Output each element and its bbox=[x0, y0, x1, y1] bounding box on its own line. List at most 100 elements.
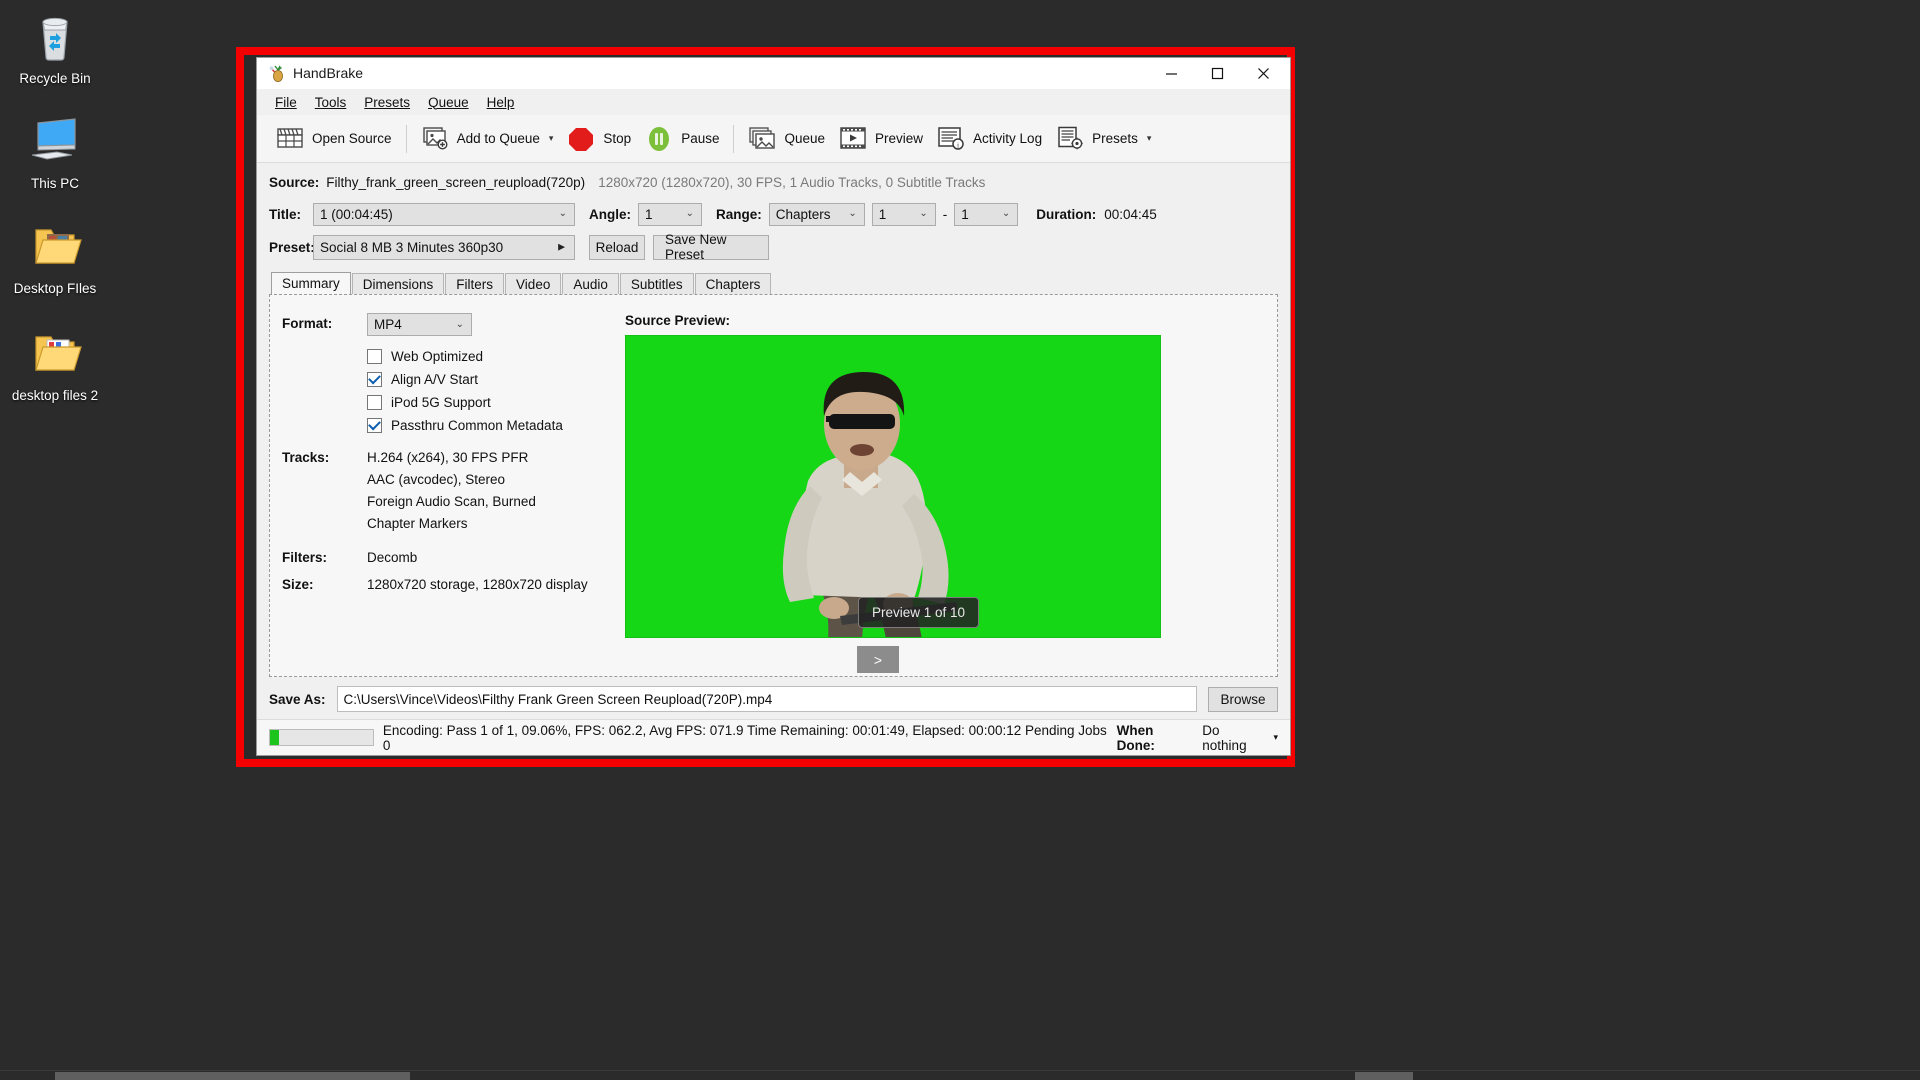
maximize-button[interactable] bbox=[1194, 58, 1240, 89]
angle-label: Angle: bbox=[589, 206, 631, 222]
passthru-metadata-checkbox[interactable] bbox=[367, 418, 382, 433]
source-preview-image[interactable]: Preview 1 of 10 bbox=[625, 335, 1161, 638]
range-start-value: 1 bbox=[878, 206, 887, 222]
main-content: Source: Filthy_frank_green_screen_reuplo… bbox=[257, 163, 1290, 719]
tab-summary[interactable]: Summary bbox=[271, 272, 351, 294]
encode-progress-fill bbox=[270, 730, 280, 745]
desktop-icon-this-pc[interactable]: This PC bbox=[0, 113, 110, 191]
web-optimized-checkbox-row[interactable]: Web Optimized bbox=[367, 345, 620, 368]
chevron-down-icon[interactable]: ▾ bbox=[549, 133, 554, 144]
stop-button[interactable]: Stop bbox=[560, 119, 638, 159]
passthru-metadata-label: Passthru Common Metadata bbox=[391, 418, 563, 433]
tab-chapters[interactable]: Chapters bbox=[694, 273, 772, 294]
track-line: AAC (avcodec), Stereo bbox=[367, 472, 506, 487]
reload-button[interactable]: Reload bbox=[589, 234, 645, 260]
activity-log-label: Activity Log bbox=[973, 131, 1043, 146]
queue-button[interactable]: Queue bbox=[741, 119, 832, 159]
chevron-down-icon[interactable]: ▾ bbox=[1147, 133, 1152, 144]
menu-file-label: File bbox=[275, 94, 297, 110]
menu-file[interactable]: File bbox=[266, 92, 306, 113]
activity-log-button[interactable]: i Activity Log bbox=[930, 119, 1049, 159]
save-new-preset-button[interactable]: Save New Preset bbox=[653, 232, 769, 262]
preview-film-icon bbox=[839, 126, 867, 152]
format-label: Format: bbox=[282, 316, 333, 331]
tab-subtitles[interactable]: Subtitles bbox=[619, 273, 694, 294]
preset-select[interactable]: Social 8 MB 3 Minutes 360p30 ▶ bbox=[313, 234, 575, 260]
ipod-5g-support-checkbox[interactable] bbox=[367, 395, 382, 410]
format-row: Format: MP4 ⌄ bbox=[282, 313, 620, 336]
range-end-select[interactable]: 1 ⌄ bbox=[954, 202, 1019, 226]
menubar: File Tools Presets Queue Help bbox=[257, 89, 1290, 115]
preview-counter-badge: Preview 1 of 10 bbox=[858, 597, 980, 628]
when-done-label: When Done: bbox=[1116, 722, 1155, 753]
tab-video[interactable]: Video bbox=[505, 273, 562, 294]
summary-panel: Format: MP4 ⌄ Web Optimized Align A/V St… bbox=[269, 294, 1278, 677]
status-bar: Encoding: Pass 1 of 1, 09.06%, FPS: 062.… bbox=[257, 719, 1290, 755]
track-line: Foreign Audio Scan, Burned bbox=[367, 494, 536, 509]
tab-dimensions[interactable]: Dimensions bbox=[351, 273, 445, 294]
when-done-value[interactable]: Do nothing bbox=[1202, 723, 1267, 753]
track-line: Chapter Markers bbox=[367, 516, 468, 531]
ipod-5g-support-checkbox-row[interactable]: iPod 5G Support bbox=[367, 391, 620, 414]
handbrake-window: HandBrake File Tools Presets Queue Help bbox=[256, 57, 1291, 756]
align-av-start-checkbox[interactable] bbox=[367, 372, 382, 387]
format-select[interactable]: MP4 ⌄ bbox=[367, 313, 472, 336]
window-title: HandBrake bbox=[293, 65, 364, 81]
desktop-icon-desktop-files[interactable]: Desktop FIles bbox=[0, 218, 110, 296]
window-titlebar[interactable]: HandBrake bbox=[257, 58, 1290, 89]
chevron-down-icon: ⌄ bbox=[919, 207, 928, 219]
menu-help[interactable]: Help bbox=[478, 92, 524, 113]
add-to-queue-icon bbox=[421, 126, 449, 152]
chevron-down-icon[interactable]: ▾ bbox=[1273, 732, 1278, 743]
close-button[interactable] bbox=[1240, 58, 1286, 89]
filters-label: Filters: bbox=[282, 550, 328, 565]
queue-label: Queue bbox=[784, 131, 826, 146]
desktop-icon-desktop-files-2[interactable]: desktop files 2 bbox=[0, 325, 110, 403]
web-optimized-checkbox[interactable] bbox=[367, 349, 382, 364]
menu-presets[interactable]: Presets bbox=[355, 92, 419, 113]
preset-row: Preset: Social 8 MB 3 Minutes 360p30 ▶ R… bbox=[269, 230, 1278, 264]
range-end-value: 1 bbox=[961, 206, 969, 222]
chevron-down-icon: ⌄ bbox=[455, 318, 464, 330]
presets-button[interactable]: Presets ▾ bbox=[1049, 119, 1158, 159]
taskbar[interactable] bbox=[0, 1070, 1920, 1080]
activity-log-icon: i bbox=[937, 126, 965, 152]
tracks-label: Tracks: bbox=[282, 450, 330, 465]
svg-text:i: i bbox=[957, 140, 959, 149]
angle-select[interactable]: 1 ⌄ bbox=[638, 202, 702, 226]
add-to-queue-label: Add to Queue bbox=[456, 131, 540, 146]
add-to-queue-button[interactable]: Add to Queue ▾ bbox=[414, 119, 561, 159]
size-row: Size: 1280x720 storage, 1280x720 display bbox=[282, 574, 620, 592]
title-select[interactable]: 1 (00:04:45) ⌄ bbox=[313, 202, 575, 226]
chevron-down-icon: ⌄ bbox=[685, 207, 694, 219]
duration-value: 00:04:45 bbox=[1104, 206, 1157, 222]
preview-button[interactable]: Preview bbox=[832, 119, 930, 159]
desktop-icon-label: This PC bbox=[30, 176, 79, 191]
tab-audio[interactable]: Audio bbox=[562, 273, 619, 294]
range-start-select[interactable]: 1 ⌄ bbox=[871, 202, 936, 226]
source-label: Source: bbox=[269, 175, 320, 190]
pause-icon bbox=[645, 126, 673, 152]
menu-queue[interactable]: Queue bbox=[419, 92, 478, 113]
taskbar-item[interactable] bbox=[1355, 1072, 1413, 1080]
taskbar-item[interactable] bbox=[55, 1072, 410, 1080]
passthru-metadata-checkbox-row[interactable]: Passthru Common Metadata bbox=[367, 414, 620, 437]
menu-tools[interactable]: Tools bbox=[306, 92, 356, 113]
minimize-button[interactable] bbox=[1148, 58, 1194, 89]
size-label: Size: bbox=[282, 577, 314, 592]
range-type-select[interactable]: Chapters ⌄ bbox=[768, 202, 865, 226]
browse-button[interactable]: Browse bbox=[1208, 686, 1278, 712]
align-av-start-checkbox-row[interactable]: Align A/V Start bbox=[367, 368, 620, 391]
preview-next-button[interactable]: > bbox=[857, 646, 899, 673]
desktop-icon-recycle-bin[interactable]: Recycle Bin bbox=[0, 8, 110, 86]
pause-button[interactable]: Pause bbox=[638, 119, 726, 159]
open-source-button[interactable]: Open Source bbox=[269, 119, 399, 159]
tab-filters[interactable]: Filters bbox=[445, 273, 505, 294]
range-dash: - bbox=[942, 206, 948, 222]
toolbar-separator bbox=[405, 124, 407, 153]
this-pc-icon bbox=[27, 113, 83, 169]
filters-value: Decomb bbox=[367, 550, 418, 565]
save-as-input[interactable]: C:\Users\Vince\Videos\Filthy Frank Green… bbox=[336, 686, 1197, 712]
source-preview-label: Source Preview: bbox=[625, 313, 731, 328]
align-av-start-label: Align A/V Start bbox=[391, 372, 479, 387]
